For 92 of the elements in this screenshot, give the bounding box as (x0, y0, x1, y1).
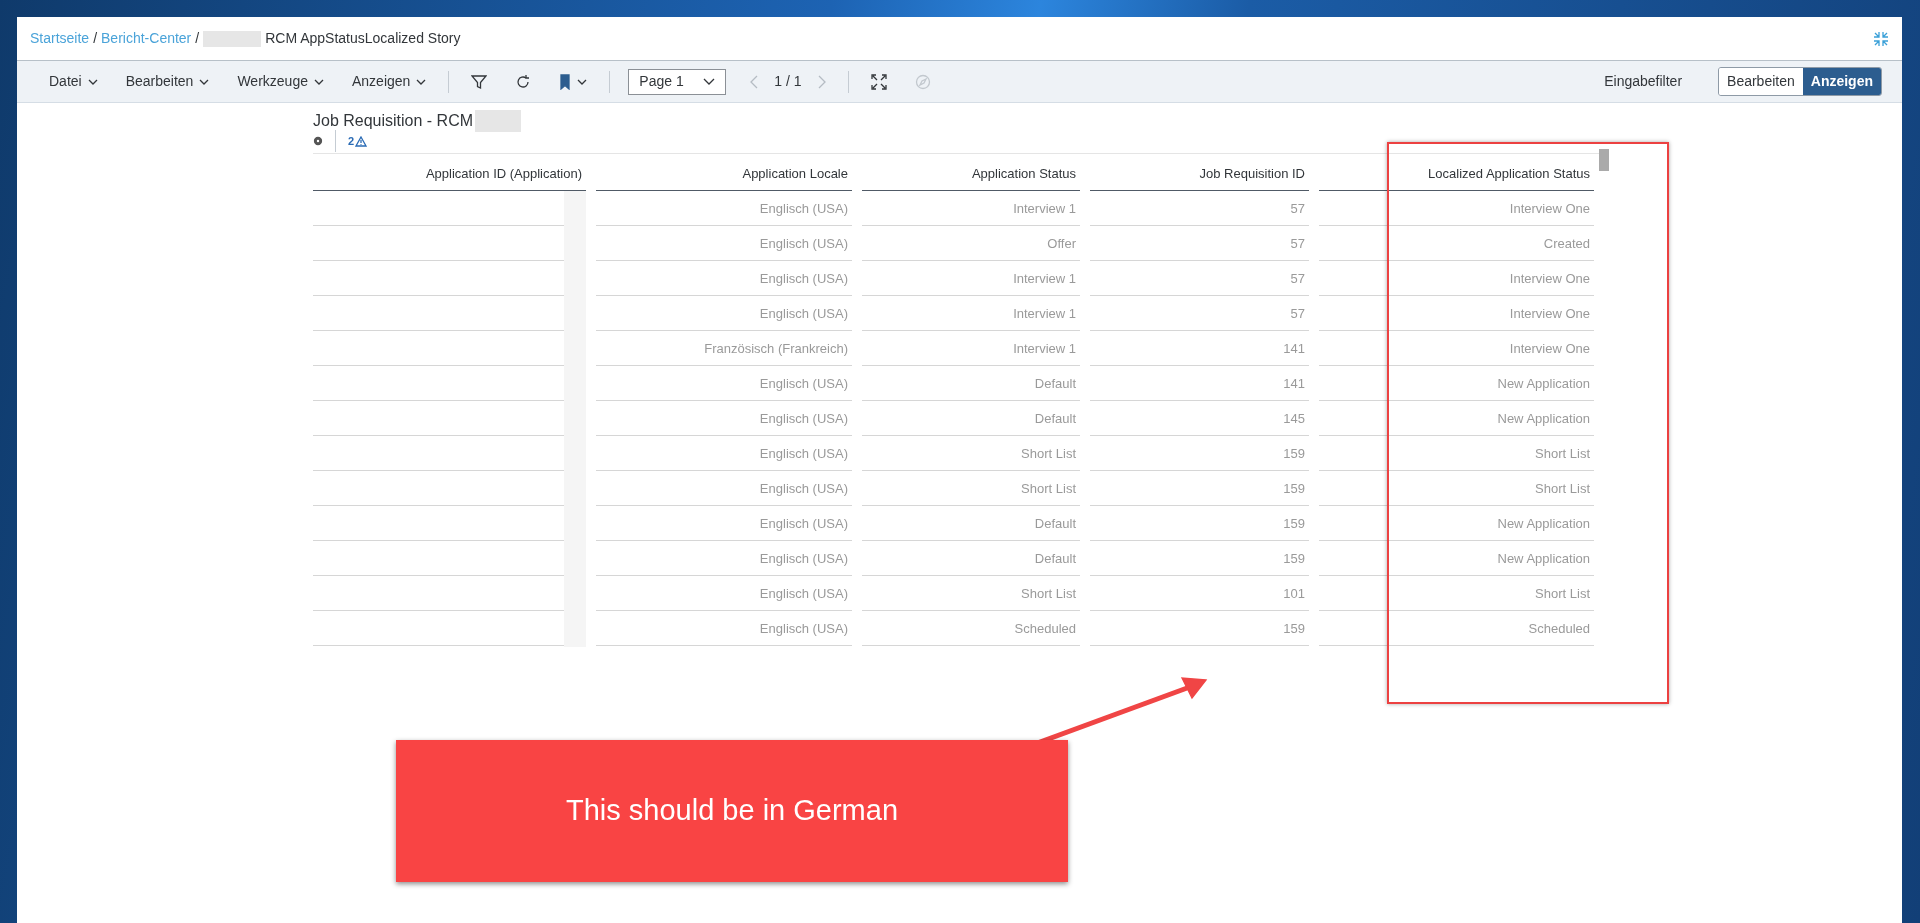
table-cell: Scheduled (1319, 610, 1594, 646)
caret-icon (703, 77, 716, 86)
caret-icon (199, 77, 210, 86)
table-cell: 57 (1090, 260, 1309, 296)
table-cell: 141 (1090, 330, 1309, 366)
redacted-block (564, 190, 586, 227)
table-cell: 57 (1090, 225, 1309, 261)
caret-icon (416, 77, 427, 86)
table-cell: Englisch (USA) (596, 435, 852, 471)
table-cell: 57 (1090, 190, 1309, 226)
table-cell: 159 (1090, 505, 1309, 541)
table-cell: Englisch (USA) (596, 400, 852, 436)
scrollbar-thumb[interactable] (1599, 149, 1609, 171)
table-cell: Short List (1319, 470, 1594, 506)
menu-button[interactable]: Bearbeiten (113, 67, 222, 96)
chevron-left-icon (750, 74, 759, 89)
mode-toggle-button[interactable]: Bearbeiten (1719, 68, 1803, 95)
callout-box: This should be in German (396, 740, 1068, 882)
table-cell: Englisch (USA) (596, 295, 852, 331)
page-dropdown[interactable]: Page 1 (628, 68, 727, 95)
table-cell: New Application (1319, 540, 1594, 576)
table-cell: Englisch (USA) (596, 575, 852, 611)
filter-icon (471, 73, 488, 90)
warning-count: 2 (348, 133, 355, 149)
table-cell: Default (862, 505, 1080, 541)
redacted-block (564, 610, 586, 647)
column-header: Localized Application Status (1319, 164, 1594, 191)
table-cell: Short List (1319, 435, 1594, 471)
breadcrumb-current: RCM AppStatusLocalized Story (265, 29, 461, 48)
column-header: Job Requisition ID (1090, 164, 1309, 191)
table-cell: Interview One (1319, 190, 1594, 226)
table-cell: Interview 1 (862, 330, 1080, 366)
table-cell: Interview 1 (862, 295, 1080, 331)
table-cell: Englisch (USA) (596, 505, 852, 541)
menu-button[interactable]: Datei (37, 67, 110, 96)
compass-icon (914, 73, 931, 90)
table-cell: 159 (1090, 610, 1309, 646)
column-header: Application Locale (596, 164, 852, 191)
caret-icon (577, 77, 588, 86)
table-cell: New Application (1319, 505, 1594, 541)
bookmark-icon (559, 73, 572, 90)
table-cell: Short List (1319, 575, 1594, 611)
table-cell: New Application (1319, 365, 1594, 401)
table-cell: New Application (1319, 400, 1594, 436)
table-cell: Default (862, 365, 1080, 401)
table-cell: Interview One (1319, 260, 1594, 296)
table-cell: 159 (1090, 470, 1309, 506)
table-cell: Englisch (USA) (596, 470, 852, 506)
table-cell: Englisch (USA) (596, 610, 852, 646)
table-cell: Scheduled (862, 610, 1080, 646)
table-cell: Default (862, 400, 1080, 436)
menu-button[interactable]: Anzeigen (339, 67, 439, 96)
input-filter-button[interactable]: Eingabefilter (1592, 67, 1695, 96)
table-cell: Interview One (1319, 295, 1594, 331)
column-header: Application Status (862, 164, 1080, 191)
table-cell: 145 (1090, 400, 1309, 436)
table-cell: Short List (862, 435, 1080, 471)
table-cell: Interview 1 (862, 190, 1080, 226)
separator-slash: / (93, 29, 98, 48)
report-title: Job Requisition - RCM (313, 111, 474, 131)
table-cell: Französisch (Frankreich) (596, 330, 852, 366)
table-cell: Offer (862, 225, 1080, 261)
table-cell: 101 (1090, 575, 1309, 611)
chevron-right-icon (817, 74, 826, 89)
table-cell: Default (862, 540, 1080, 576)
table-cell: Interview 1 (862, 260, 1080, 296)
warning-icon (355, 135, 368, 147)
table-cell: 159 (1090, 435, 1309, 471)
table-cell: Englisch (USA) (596, 225, 852, 261)
table-cell: Englisch (USA) (596, 540, 852, 576)
expand-icon (870, 73, 887, 90)
caret-icon (313, 77, 324, 86)
table-cell: Englisch (USA) (596, 260, 852, 296)
table-cell: Englisch (USA) (596, 365, 852, 401)
table-cell: 159 (1090, 540, 1309, 576)
table-cell: Short List (862, 470, 1080, 506)
table-cell: 141 (1090, 365, 1309, 401)
table-cell: 57 (1090, 295, 1309, 331)
separator-slash: / (195, 29, 200, 48)
column-header: Application ID (Application) (313, 164, 586, 191)
table-cell: Short List (862, 575, 1080, 611)
mode-toggle-button[interactable]: Anzeigen (1802, 68, 1881, 95)
caret-icon (87, 77, 98, 86)
refresh-icon (515, 73, 532, 90)
table-cell: Interview One (1319, 330, 1594, 366)
exit-fullscreen-icon[interactable] (1873, 30, 1889, 47)
redacted-block (475, 110, 522, 132)
table-cell: Englisch (USA) (596, 190, 852, 226)
menu-button[interactable]: Werkzeuge (225, 67, 336, 96)
page-counter: 1 / 1 (774, 72, 802, 91)
table-cell: Created (1319, 225, 1594, 261)
redacted-block (203, 30, 262, 47)
